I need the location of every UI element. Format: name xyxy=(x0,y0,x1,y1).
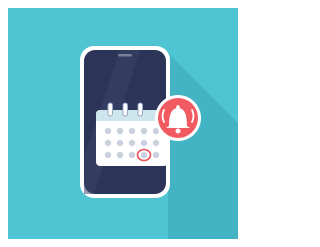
day-dot xyxy=(116,139,124,147)
app-icon-tile xyxy=(8,8,238,239)
day-dot xyxy=(152,151,160,159)
day-dot xyxy=(128,151,136,159)
calendar-ring-1 xyxy=(107,102,113,117)
day-dot xyxy=(128,139,136,147)
calendar-ring-2 xyxy=(122,102,128,117)
day-dot xyxy=(116,151,124,159)
phone-speaker xyxy=(118,54,132,57)
bell-clapper xyxy=(175,128,181,134)
reminder-illustration xyxy=(8,8,238,239)
day-dot xyxy=(140,127,148,135)
day-dot xyxy=(104,127,112,135)
day-dot xyxy=(116,127,124,135)
bell-top xyxy=(176,105,180,109)
day-dot xyxy=(104,139,112,147)
day-dot xyxy=(152,139,160,147)
marked-day-dot xyxy=(140,151,148,159)
day-dot xyxy=(104,151,112,159)
day-dot xyxy=(128,127,136,135)
day-dot xyxy=(140,139,148,147)
calendar-ring-3 xyxy=(137,102,143,117)
bell-icon xyxy=(155,95,201,141)
